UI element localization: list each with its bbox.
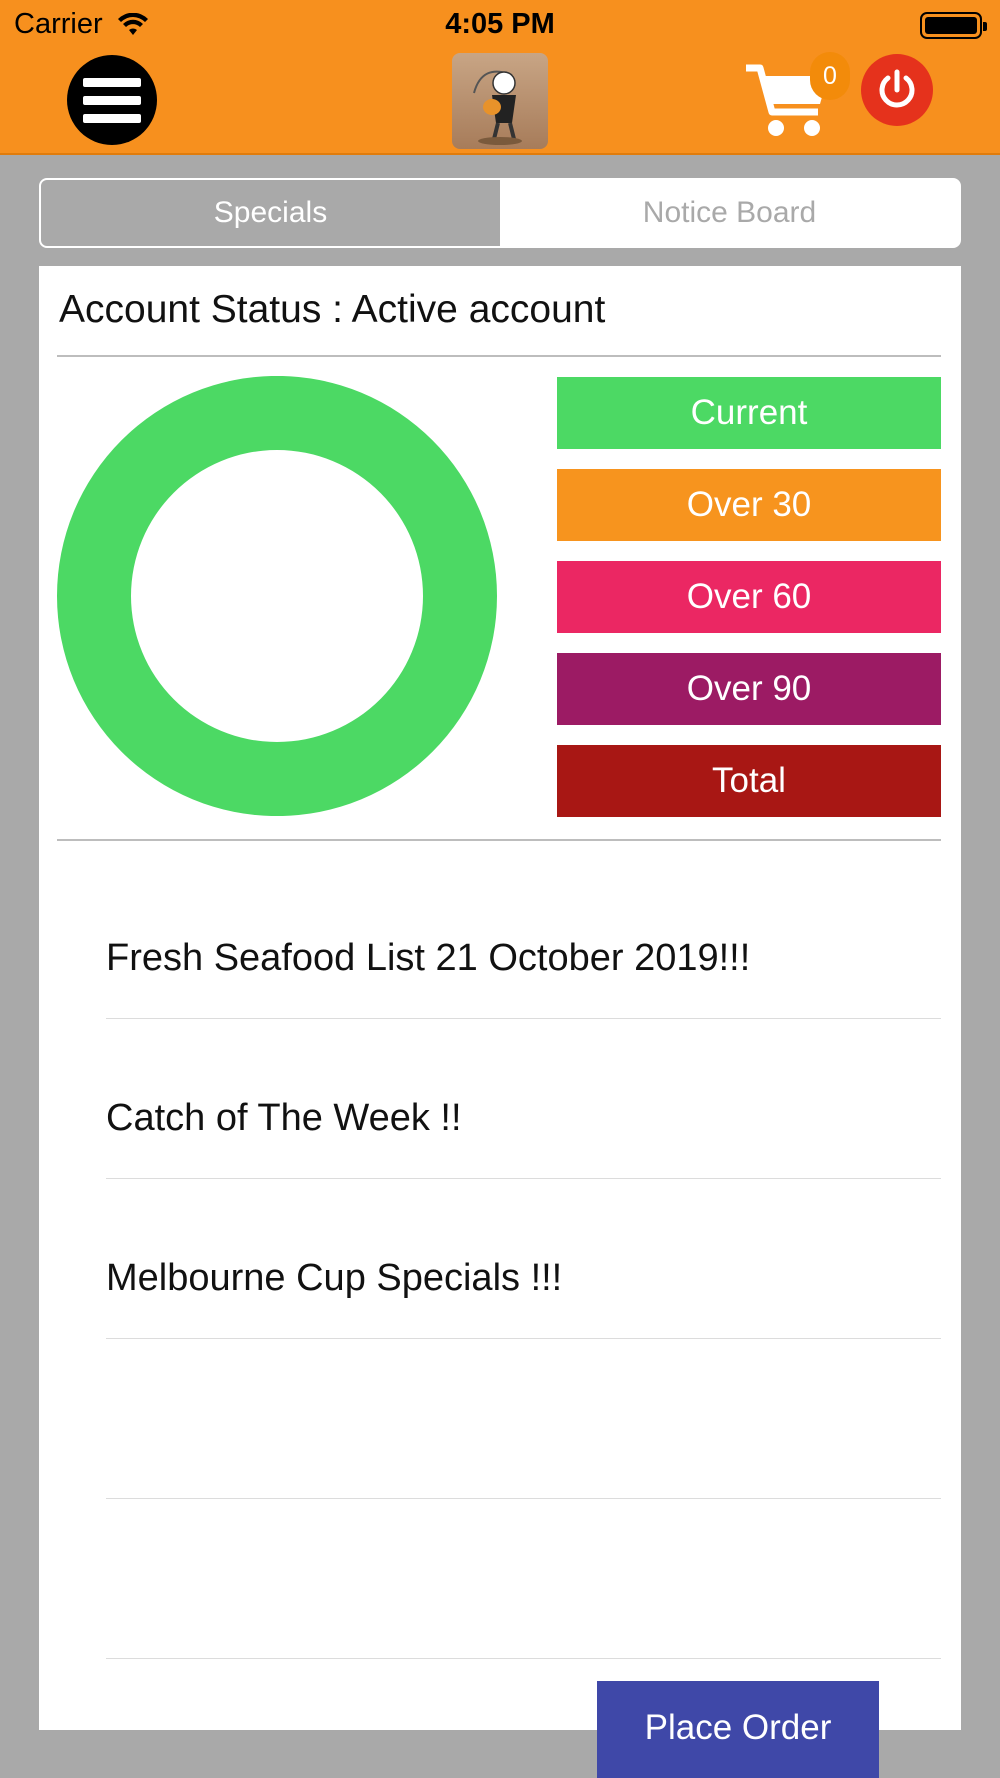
donut-slice-current xyxy=(57,376,497,816)
app-logo xyxy=(452,53,548,149)
notice-item[interactable]: Melbourne Cup Specials !!! xyxy=(106,1179,941,1339)
logout-button[interactable] xyxy=(861,54,933,126)
notice-title: Melbourne Cup Specials !!! xyxy=(106,1257,563,1299)
account-donut-chart xyxy=(57,376,497,816)
notice-item[interactable] xyxy=(106,1499,941,1659)
notice-title: Catch of The Week !! xyxy=(106,1097,462,1139)
account-status: Account Status : Active account xyxy=(59,288,606,331)
battery-icon xyxy=(920,12,987,39)
notice-title: Fresh Seafood List 21 October 2019!!! xyxy=(106,937,751,979)
legend-current[interactable]: Current xyxy=(557,377,941,449)
cart-count-badge: 0 xyxy=(810,52,850,100)
menu-line xyxy=(83,95,141,105)
navigation-bar: Carrier 4:05 PM 0 xyxy=(0,0,1000,155)
tab-specials[interactable]: Specials xyxy=(41,180,500,246)
segmented-control: Specials Notice Board xyxy=(39,178,961,248)
legend-over-90[interactable]: Over 90 xyxy=(557,653,941,725)
legend-over-60[interactable]: Over 60 xyxy=(557,561,941,633)
power-icon xyxy=(879,69,915,108)
menu-line xyxy=(83,77,141,87)
notice-item[interactable]: Fresh Seafood List 21 October 2019!!! xyxy=(106,859,941,1019)
status-time: 4:05 PM xyxy=(445,8,555,40)
menu-line xyxy=(83,113,141,123)
tab-notice-board[interactable]: Notice Board xyxy=(500,180,959,246)
content-card: Account Status : Active account Current … xyxy=(39,266,961,1730)
place-order-button[interactable]: Place Order xyxy=(597,1681,879,1778)
legend-total[interactable]: Total xyxy=(557,745,941,817)
notice-item[interactable]: Catch of The Week !! xyxy=(106,1019,941,1179)
divider xyxy=(57,839,941,841)
notice-item[interactable] xyxy=(106,1339,941,1499)
hamburger-menu-button[interactable] xyxy=(67,55,157,145)
divider xyxy=(57,355,941,357)
legend-over-30[interactable]: Over 30 xyxy=(557,469,941,541)
